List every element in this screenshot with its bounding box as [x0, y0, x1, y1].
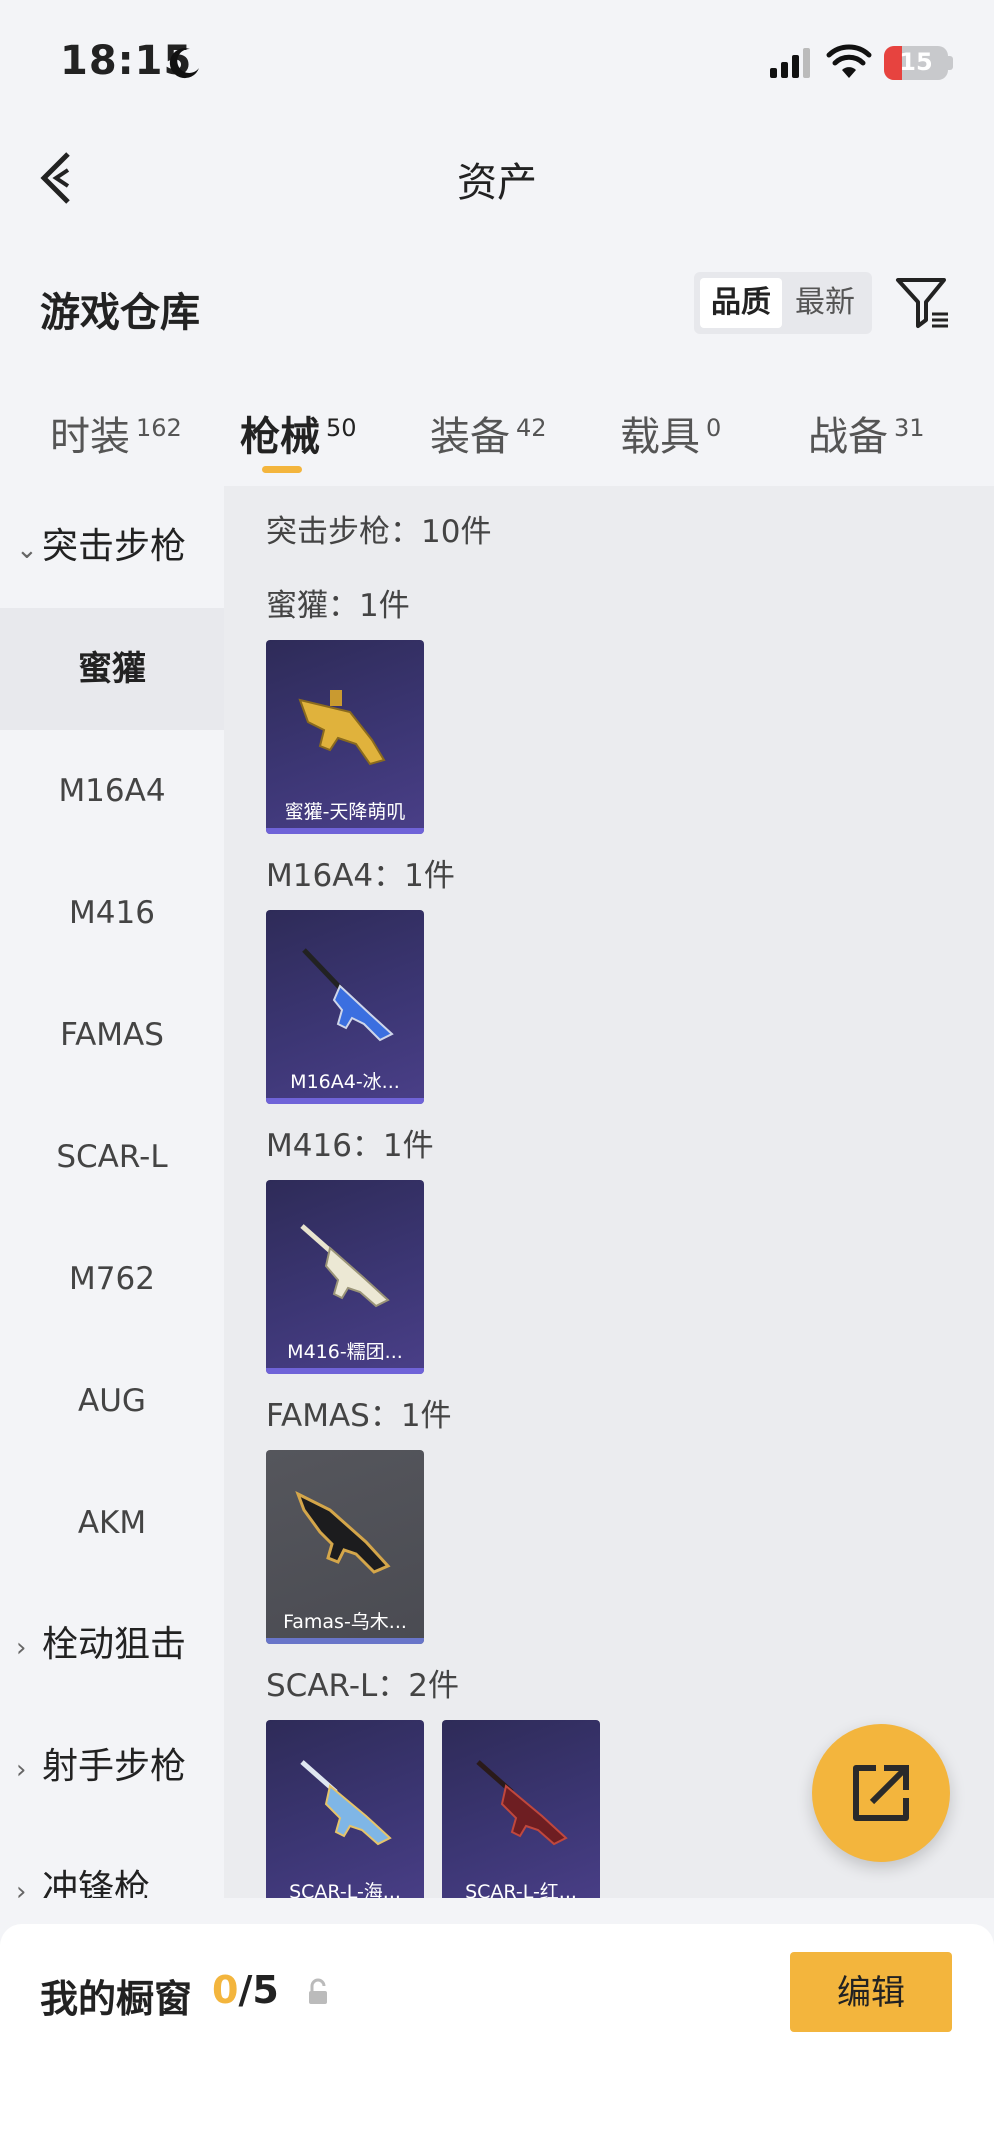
sort-newest-button[interactable]: 最新: [784, 278, 866, 328]
rarity-strip: [266, 1098, 424, 1104]
sidebar-item-akm[interactable]: AKM: [0, 1462, 224, 1584]
sidebar-item-aug[interactable]: AUG: [0, 1340, 224, 1462]
category-label: 栓动狙击: [42, 1624, 187, 1665]
chevron-right-icon: ›: [16, 1755, 27, 1785]
sidebar-category-smg[interactable]: › 冲锋枪: [0, 1828, 224, 1898]
tab-count: 0: [706, 413, 722, 442]
item-card[interactable]: SCAR-L-海...: [266, 1720, 424, 1898]
sidebar-item-m16a4[interactable]: M16A4: [0, 730, 224, 852]
wifi-icon: [826, 44, 872, 78]
category-label: 射手步枪: [42, 1746, 187, 1787]
category-label: 突击步枪: [42, 526, 187, 567]
item-name: SCAR-L-海...: [289, 1881, 401, 1898]
showcase-current: 0: [212, 1968, 239, 2012]
item-card[interactable]: M16A4-冰...: [266, 910, 424, 1104]
group-label: M16A4：1件: [266, 858, 455, 894]
chevron-down-icon: ⌄: [16, 535, 38, 565]
battery-icon: 15: [884, 46, 948, 80]
category-sidebar: ⌄ 突击步枪 蜜獾 M16A4 M416 FAMAS SCAR-L M762 AU…: [0, 486, 224, 1898]
group-label: FAMAS：1件: [266, 1398, 452, 1434]
category-summary: 突击步枪：10件: [266, 514, 492, 550]
showcase-count: 0/5: [212, 1968, 279, 2012]
tab-label: 枪械: [240, 414, 320, 460]
chevron-right-icon: ›: [16, 1633, 27, 1663]
tab-count: 42: [516, 413, 547, 442]
item-card[interactable]: M416-糯团...: [266, 1180, 424, 1374]
sort-quality-button[interactable]: 品质: [700, 278, 782, 328]
chevron-right-icon: ›: [16, 1877, 27, 1898]
tab-battle-gear[interactable]: 战备 31: [808, 404, 925, 462]
battery-tip: [948, 56, 953, 70]
ocean-rifle-icon: [300, 1760, 392, 1846]
tab-label: 载具: [620, 414, 700, 460]
share-button[interactable]: [812, 1724, 950, 1862]
rarity-strip: [266, 1638, 424, 1644]
sidebar-category-marksman-rifle[interactable]: › 射手步枪: [0, 1706, 224, 1828]
category-label: 冲锋枪: [42, 1868, 151, 1898]
sidebar-item-scar-l[interactable]: SCAR-L: [0, 1096, 224, 1218]
group-label: M416：1件: [266, 1128, 434, 1164]
tab-count: 50: [326, 413, 357, 442]
item-card[interactable]: Famas-乌木...: [266, 1450, 424, 1644]
rarity-strip: [266, 828, 424, 834]
tab-label: 战备: [808, 414, 888, 460]
item-name: 蜜獾-天降萌叽: [284, 801, 406, 823]
edit-button[interactable]: 编辑: [790, 1952, 952, 2032]
item-name: M416-糯团...: [287, 1341, 403, 1363]
tab-count: 31: [894, 413, 925, 442]
sidebar-item-famas[interactable]: FAMAS: [0, 974, 224, 1096]
item-card[interactable]: SCAR-L-红...: [442, 1720, 600, 1898]
sort-toggle: 品质 最新: [694, 272, 872, 334]
red-rifle-icon: [476, 1760, 568, 1846]
group-label: 蜜獾：1件: [266, 588, 410, 624]
signal-icon: [770, 48, 810, 78]
black-gold-rifle-icon: [295, 1490, 391, 1574]
sidebar-category-bolt-sniper[interactable]: › 栓动狙击: [0, 1584, 224, 1706]
sidebar-category-assault-rifle[interactable]: ⌄ 突击步枪: [0, 486, 224, 608]
active-tab-indicator: [262, 466, 302, 473]
sidebar-item-m416[interactable]: M416: [0, 852, 224, 974]
section-title: 游戏仓库: [40, 290, 200, 336]
tab-vehicles[interactable]: 载具 0: [620, 404, 721, 462]
blue-rifle-icon: [302, 948, 394, 1042]
item-list: 突击步枪：10件 蜜獾：1件 蜜獾-天降萌叽 M16A4：1件 M16A4-冰.…: [224, 486, 994, 1898]
share-icon: [853, 1765, 909, 1821]
page-title: 资产: [457, 160, 537, 206]
showcase-total: /5: [238, 1968, 279, 2012]
tab-firearms[interactable]: 枪械 50: [240, 404, 357, 462]
tab-label: 装备: [430, 414, 510, 460]
battery-level: 15: [899, 48, 933, 76]
item-name: M16A4-冰...: [290, 1071, 400, 1093]
tab-count: 162: [136, 413, 182, 442]
tab-fashion[interactable]: 时装 162: [50, 404, 182, 462]
white-rifle-icon: [300, 1224, 390, 1308]
group-label: SCAR-L：2件: [266, 1668, 459, 1704]
tab-equipment[interactable]: 装备 42: [430, 404, 547, 462]
lock-icon: [309, 1978, 327, 2004]
sidebar-item-honey-badger[interactable]: 蜜獾: [0, 608, 224, 730]
showcase-label: 我的橱窗: [40, 1977, 193, 2021]
item-card[interactable]: 蜜獾-天降萌叽: [266, 640, 424, 834]
tab-label: 时装: [50, 414, 130, 460]
sidebar-item-m762[interactable]: M762: [0, 1218, 224, 1340]
item-name: Famas-乌木...: [283, 1611, 407, 1633]
filter-icon[interactable]: [894, 274, 952, 332]
moon-icon: [169, 48, 199, 79]
gold-smg-icon: [298, 690, 386, 766]
item-name: SCAR-L-红...: [465, 1881, 577, 1898]
rarity-strip: [266, 1368, 424, 1374]
